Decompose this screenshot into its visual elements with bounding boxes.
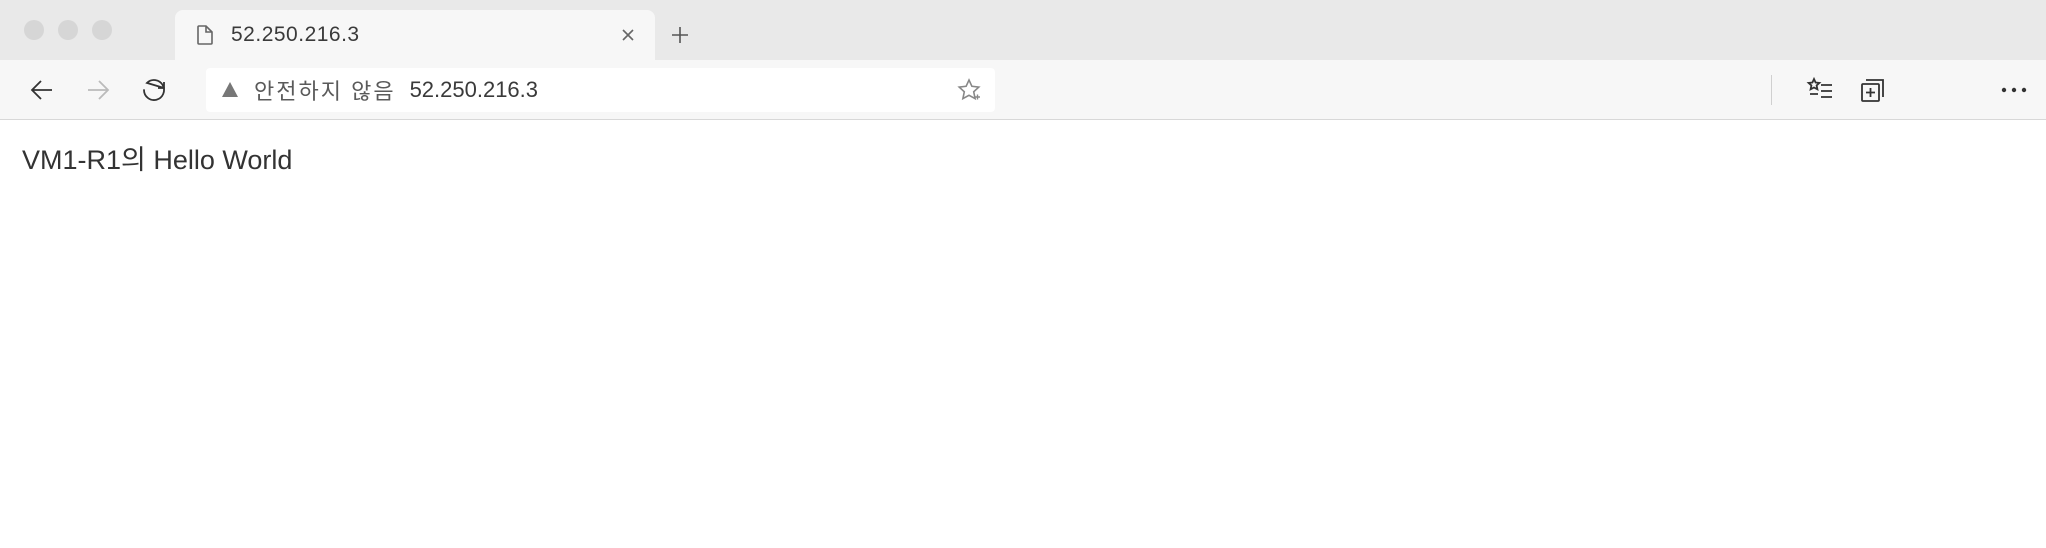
new-tab-button[interactable] <box>655 10 705 60</box>
page-content: VM1-R1의 Hello World <box>0 120 2046 195</box>
url-text: 52.250.216.3 <box>410 77 943 103</box>
browser-tab[interactable]: 52.250.216.3 <box>175 10 655 60</box>
tab-title: 52.250.216.3 <box>231 23 619 47</box>
refresh-button[interactable] <box>130 66 178 114</box>
page-body-text: VM1-R1의 Hello World <box>22 145 292 175</box>
close-tab-button[interactable] <box>619 26 637 44</box>
collections-button[interactable] <box>1858 76 1886 104</box>
back-button[interactable] <box>18 66 66 114</box>
titlebar: 52.250.216.3 <box>0 0 2046 60</box>
favorites-list-button[interactable] <box>1806 76 1834 104</box>
window-controls <box>24 20 112 40</box>
maximize-window-button[interactable] <box>92 20 112 40</box>
minimize-window-button[interactable] <box>58 20 78 40</box>
toolbar: 안전하지 않음 52.250.216.3 <box>0 60 2046 120</box>
not-secure-icon <box>220 80 240 100</box>
security-label: 안전하지 않음 <box>254 74 396 106</box>
address-bar[interactable]: 안전하지 않음 52.250.216.3 <box>206 68 995 112</box>
forward-button[interactable] <box>74 66 122 114</box>
favorite-button[interactable] <box>957 78 981 102</box>
toolbar-right <box>1771 75 2028 105</box>
page-icon <box>193 23 217 47</box>
close-window-button[interactable] <box>24 20 44 40</box>
toolbar-divider <box>1771 75 1772 105</box>
settings-menu-button[interactable] <box>2000 86 2028 94</box>
